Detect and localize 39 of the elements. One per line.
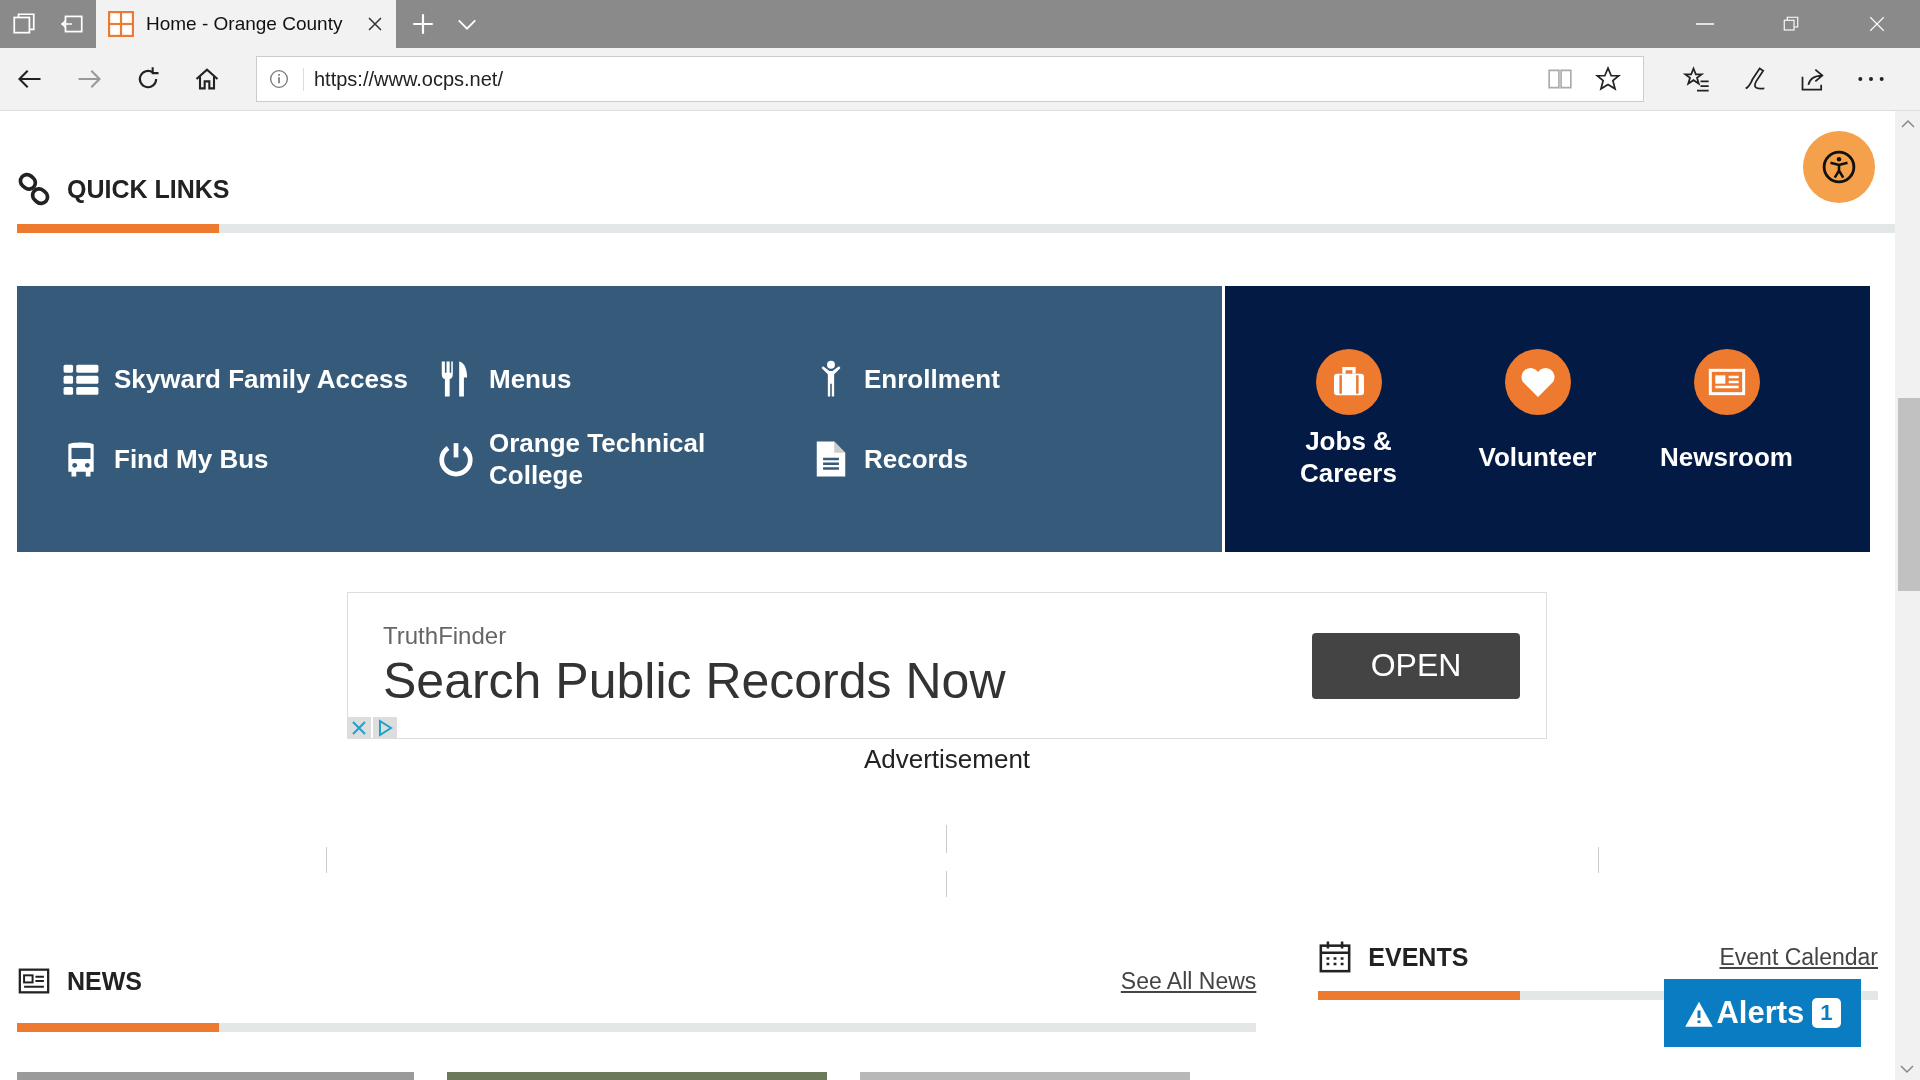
site-logo-icon xyxy=(108,11,134,37)
quick-link[interactable]: Menus xyxy=(437,339,812,419)
accessibility-icon xyxy=(1822,150,1856,184)
close-icon xyxy=(1868,15,1886,33)
quick-link[interactable]: Records xyxy=(812,419,1187,499)
restore-icon xyxy=(1782,15,1800,33)
section-title: EVENTS xyxy=(1368,942,1469,972)
alerts-button[interactable]: Alerts 1 xyxy=(1664,979,1861,1047)
tabs-icon xyxy=(11,11,37,37)
browser-tab[interactable]: Home - Orange County xyxy=(96,0,396,48)
featured-link[interactable]: Volunteer xyxy=(1443,349,1632,489)
featured-link[interactable]: Jobs & Careers xyxy=(1254,349,1443,489)
minimize-icon xyxy=(1696,23,1714,25)
quick-link[interactable]: Orange Technical College xyxy=(437,419,812,499)
scroll-down-icon xyxy=(1899,1064,1915,1076)
quick-link[interactable]: Skyward Family Access xyxy=(62,339,437,419)
info-icon xyxy=(269,69,289,89)
link-icon xyxy=(17,172,51,206)
see-all-news-link[interactable]: See All News xyxy=(1120,968,1257,994)
featured-link[interactable]: Newsroom xyxy=(1632,349,1821,489)
address-bar[interactable]: https://www.ocps.net/ xyxy=(256,56,1644,102)
section-title: QUICK LINKS xyxy=(67,174,230,204)
close-icon xyxy=(366,15,384,33)
quick-link[interactable]: Find My Bus xyxy=(62,419,437,499)
more-icon xyxy=(1857,77,1885,81)
advertisement-label: Advertisement xyxy=(862,744,1032,775)
calendar-icon xyxy=(1318,940,1353,974)
favorites-icon xyxy=(1683,65,1711,93)
power-icon xyxy=(437,440,475,478)
ad-brand: TruthFinder xyxy=(383,621,508,650)
plus-icon xyxy=(410,11,436,37)
scrollbar-thumb[interactable] xyxy=(1898,398,1920,591)
event-calendar-link[interactable]: Event Calendar xyxy=(1719,944,1878,970)
star-icon xyxy=(1595,66,1621,92)
scroll-up-icon xyxy=(1899,117,1916,129)
open-button[interactable]: OPEN xyxy=(1312,632,1520,699)
ad-headline: Search Public Records Now xyxy=(383,651,1007,710)
quick-link[interactable]: Enrollment xyxy=(812,339,1187,419)
section-title: NEWS xyxy=(67,966,142,996)
